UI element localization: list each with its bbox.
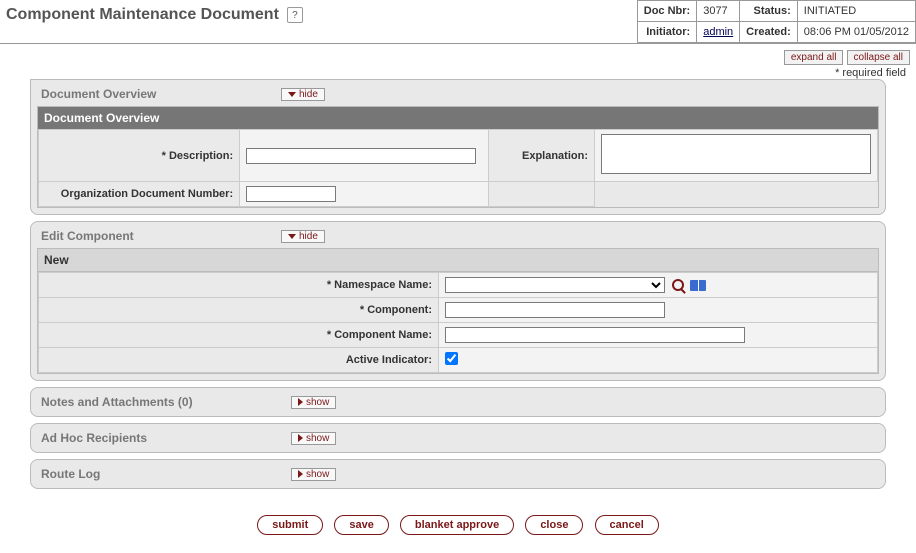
- description-input[interactable]: [246, 148, 476, 164]
- show-button-notes[interactable]: show: [291, 396, 336, 409]
- status-label: Status:: [740, 1, 798, 22]
- hide-button-document-overview[interactable]: hide: [281, 88, 325, 101]
- doc-nbr-label: Doc Nbr:: [637, 1, 696, 22]
- section-title-routelog: Route Log: [41, 467, 291, 481]
- created-value: 08:06 PM 01/05/2012: [797, 22, 915, 43]
- section-edit-component: Edit Component hide New * Namespace Name…: [30, 221, 886, 381]
- component-name-input[interactable]: [445, 327, 745, 343]
- page-title: Component Maintenance Document: [6, 6, 279, 24]
- section-notes-attachments: Notes and Attachments (0) show: [30, 387, 886, 417]
- book-icon[interactable]: [690, 280, 706, 291]
- section-document-overview: Document Overview hide Document Overview…: [30, 79, 886, 215]
- collapse-all-button[interactable]: collapse all: [847, 50, 910, 65]
- page-header: Component Maintenance Document ? Doc Nbr…: [0, 0, 916, 44]
- required-field-note: * required field: [0, 67, 916, 79]
- created-label: Created:: [740, 22, 798, 43]
- namespace-name-label: * Namespace Name:: [39, 273, 439, 298]
- show-button-routelog[interactable]: show: [291, 468, 336, 481]
- initiator-link[interactable]: admin: [703, 26, 733, 38]
- section-title-document-overview: Document Overview: [41, 87, 281, 101]
- submit-button[interactable]: submit: [257, 515, 323, 535]
- section-adhoc-recipients: Ad Hoc Recipients show: [30, 423, 886, 453]
- chevron-down-icon: [288, 92, 296, 97]
- section-title-notes: Notes and Attachments (0): [41, 395, 291, 409]
- hide-button-edit-component[interactable]: hide: [281, 230, 325, 243]
- help-icon[interactable]: ?: [287, 7, 303, 23]
- section-route-log: Route Log show: [30, 459, 886, 489]
- action-row: submit save blanket approve close cancel: [0, 499, 916, 551]
- initiator-label: Initiator:: [637, 22, 696, 43]
- org-doc-number-input[interactable]: [246, 186, 336, 202]
- panel-title-new: New: [38, 249, 878, 272]
- active-indicator-label: Active Indicator:: [39, 348, 439, 373]
- explanation-textarea[interactable]: [601, 134, 871, 174]
- chevron-right-icon: [298, 434, 303, 442]
- component-label: * Component:: [39, 298, 439, 323]
- chevron-down-icon: [288, 234, 296, 239]
- search-icon[interactable]: [672, 279, 684, 291]
- section-title-edit-component: Edit Component: [41, 229, 281, 243]
- cancel-button[interactable]: cancel: [595, 515, 659, 535]
- section-title-adhoc: Ad Hoc Recipients: [41, 431, 291, 445]
- expand-all-button[interactable]: expand all: [784, 50, 844, 65]
- active-indicator-checkbox[interactable]: [445, 352, 458, 365]
- chevron-right-icon: [298, 398, 303, 406]
- org-doc-number-label: Organization Document Number:: [39, 182, 240, 207]
- description-label: * Description:: [39, 130, 240, 182]
- save-button[interactable]: save: [334, 515, 388, 535]
- chevron-right-icon: [298, 470, 303, 478]
- component-name-label: * Component Name:: [39, 323, 439, 348]
- explanation-label: Explanation:: [489, 130, 595, 182]
- doc-info-table: Doc Nbr: 3077 Status: INITIATED Initiato…: [637, 0, 916, 43]
- component-input[interactable]: [445, 302, 665, 318]
- blanket-approve-button[interactable]: blanket approve: [400, 515, 514, 535]
- namespace-name-select[interactable]: [445, 277, 665, 293]
- show-button-adhoc[interactable]: show: [291, 432, 336, 445]
- close-button[interactable]: close: [525, 515, 583, 535]
- status-value: INITIATED: [797, 1, 915, 22]
- panel-title-document-overview: Document Overview: [38, 107, 878, 129]
- doc-nbr-value: 3077: [697, 1, 740, 22]
